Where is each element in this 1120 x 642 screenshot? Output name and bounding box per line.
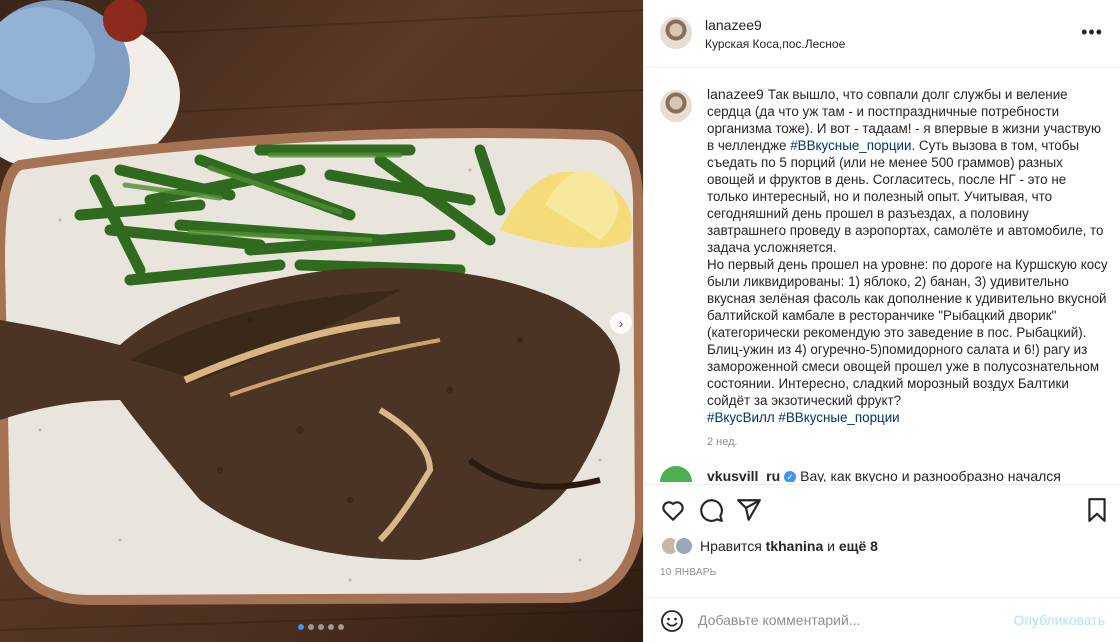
heart-icon[interactable] — [660, 497, 686, 523]
caption-time-ago[interactable]: 2 нед. — [707, 436, 1110, 448]
liker-avatar-2 — [674, 536, 694, 556]
post-side-panel: lanazee9 Курская Коса,пос.Лесное ••• lan… — [643, 0, 1120, 642]
comment-icon[interactable] — [698, 497, 724, 523]
photo-food-illustration — [0, 0, 643, 631]
liker-username[interactable]: tkhanina — [766, 538, 824, 554]
author-username[interactable]: lanazee9 — [705, 17, 762, 33]
caption-text-part3: Но первый день прошел на уровне: по доро… — [707, 257, 1108, 408]
emoji-icon[interactable] — [660, 609, 684, 633]
hashtag-vkusvill[interactable]: #ВкусВилл — [707, 410, 775, 425]
share-icon[interactable] — [736, 497, 762, 523]
carousel-dot-1 — [298, 624, 304, 630]
author-avatar[interactable] — [660, 17, 692, 49]
likes-prefix: Нравится — [700, 538, 762, 554]
caption-username[interactable]: lanazee9 — [707, 86, 764, 102]
next-photo-button[interactable]: › — [610, 312, 632, 334]
hashtag-vvkusnye-porcii-2[interactable]: #ВВкусные_порции — [778, 410, 899, 425]
caption-text-part2: . Суть вызова в том, чтобы съедать по 5 … — [707, 138, 1104, 255]
post-header: lanazee9 Курская Коса,пос.Лесное ••• — [644, 0, 1120, 68]
commenter-username[interactable]: vkusvill_ru — [707, 468, 780, 482]
hashtag-vvkusnye-porcii[interactable]: #ВВкусные_порции — [790, 138, 911, 153]
carousel-dots — [298, 624, 344, 630]
publish-button[interactable]: Опубликовать — [1013, 612, 1105, 628]
carousel-dot-3 — [318, 624, 324, 630]
likes-summary: Нравится tkhanina и ещё 8 — [660, 536, 878, 556]
comment-input[interactable] — [698, 608, 998, 632]
more-options-icon[interactable]: ••• — [1081, 22, 1103, 43]
add-comment-bar: Опубликовать — [644, 597, 1120, 642]
verified-badge-icon: ✓ — [784, 471, 797, 482]
comment-item: vkusvill_ru ✓ Вау, как вкусно и разнообраз… — [660, 462, 1110, 482]
likes-conjunction: и — [827, 538, 835, 554]
carousel-dot-2 — [308, 624, 314, 630]
post-caption: lanazee9 Так вышло, что совпали долг служ… — [660, 86, 1110, 448]
post-date[interactable]: 10 ЯНВАРЬ — [660, 567, 716, 578]
commenter-avatar[interactable] — [660, 466, 692, 482]
post-location[interactable]: Курская Коса,пос.Лесное — [705, 37, 845, 51]
caption-text: lanazee9 Так вышло, что совпали долг служ… — [707, 86, 1110, 426]
post-photo[interactable]: › — [0, 0, 643, 642]
bookmark-icon[interactable] — [1084, 497, 1110, 523]
action-bar — [644, 484, 1120, 536]
likes-text: Нравится tkhanina и ещё 8 — [700, 538, 878, 554]
caption-avatar[interactable] — [660, 90, 692, 122]
carousel-dot-5 — [338, 624, 344, 630]
carousel-dot-4 — [328, 624, 334, 630]
likes-others[interactable]: ещё 8 — [839, 538, 878, 554]
comment-text: Вау, как вкусно и разнообразно начался — [800, 468, 1061, 482]
comment-text-line: vkusvill_ru ✓ Вау, как вкусно и разнообраз… — [707, 462, 1110, 482]
